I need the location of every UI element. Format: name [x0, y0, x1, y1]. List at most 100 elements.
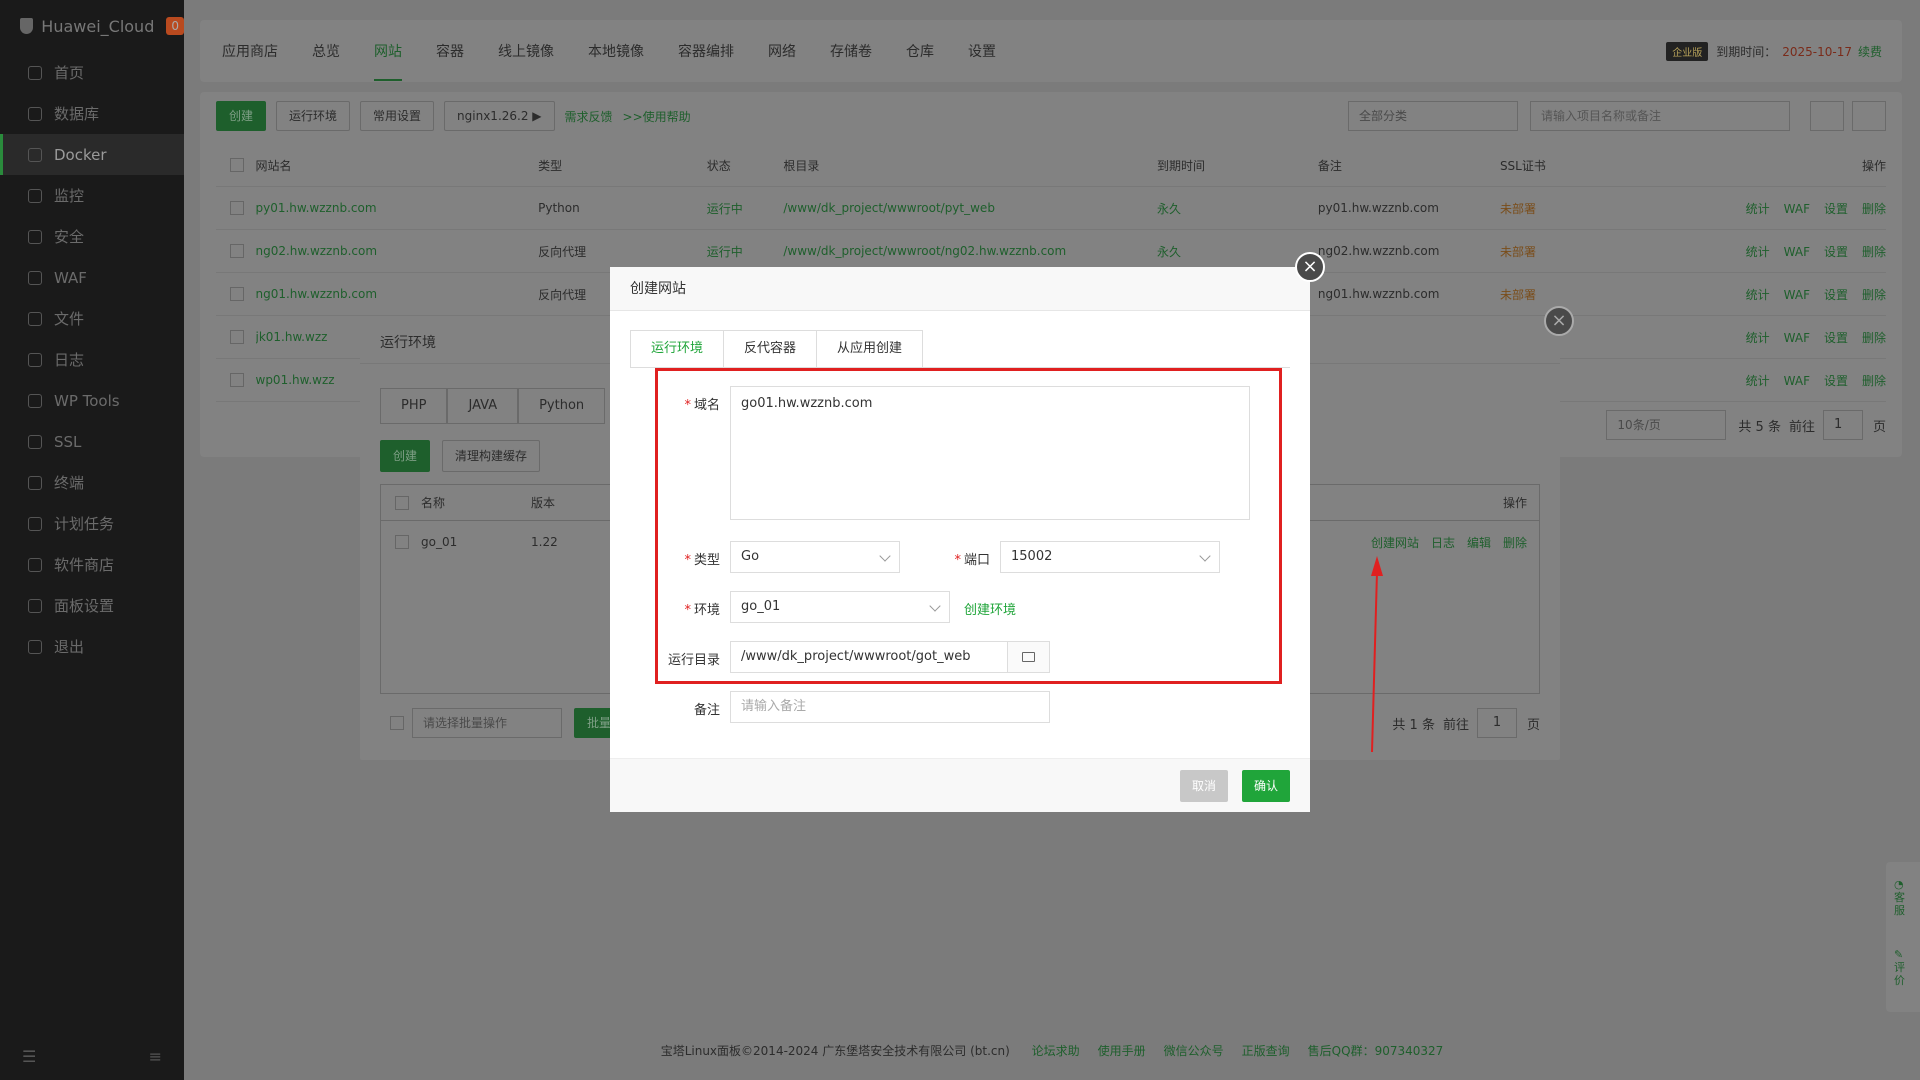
- select-all-checkbox[interactable]: [395, 495, 409, 510]
- gear-icon[interactable]: [1852, 101, 1886, 131]
- sidebar-item-11[interactable]: 计划任务: [0, 503, 184, 544]
- cell-name[interactable]: ng02.hw.wzznb.com: [256, 244, 539, 258]
- runtime-page-input[interactable]: 1: [1476, 708, 1517, 738]
- cell-root[interactable]: /www/dk_project/wwwroot/ng02.hw.wzznb.co…: [783, 244, 1157, 258]
- confirm-button[interactable]: 确认: [1241, 770, 1290, 802]
- footer-link[interactable]: 微信公众号: [1164, 1044, 1224, 1058]
- create-tab-0[interactable]: 运行环境: [630, 330, 724, 368]
- row-checkbox[interactable]: [230, 201, 244, 215]
- folder-button[interactable]: [1007, 641, 1050, 673]
- sidebar-item-0[interactable]: 首页: [0, 52, 184, 93]
- page-size-select[interactable]: 10条/页: [1606, 410, 1727, 440]
- runtime-batch-select[interactable]: 请选择批量操作: [412, 708, 562, 738]
- review-button[interactable]: ✎ 评价: [1894, 948, 1910, 987]
- sidebar-item-8[interactable]: WP Tools: [0, 380, 184, 421]
- cell-ssl[interactable]: 未部署: [1500, 286, 1644, 303]
- sidebar-item-7[interactable]: 日志: [0, 339, 184, 380]
- row-action-link[interactable]: WAF: [1784, 331, 1810, 345]
- cancel-button[interactable]: 取消: [1179, 770, 1228, 802]
- sidebar-item-14[interactable]: 退出: [0, 626, 184, 667]
- type-select[interactable]: Go: [730, 541, 900, 573]
- runtime-action-link[interactable]: 日志: [1431, 536, 1455, 550]
- row-action-link[interactable]: 统计: [1746, 202, 1770, 216]
- runtime-tab-1[interactable]: JAVA: [447, 388, 519, 424]
- cell-ssl[interactable]: 未部署: [1500, 200, 1644, 217]
- cell-ssl[interactable]: 未部署: [1500, 243, 1644, 260]
- row-action-link[interactable]: WAF: [1784, 202, 1810, 216]
- runtime-close-icon[interactable]: ×: [1544, 306, 1574, 336]
- feedback-link[interactable]: 需求反馈: [565, 108, 613, 125]
- row-action-link[interactable]: 设置: [1824, 288, 1848, 302]
- row-action-link[interactable]: 统计: [1746, 245, 1770, 259]
- port-select[interactable]: 15002: [1000, 541, 1220, 573]
- close-icon[interactable]: ×: [1295, 252, 1325, 282]
- nav-tab-1[interactable]: 总览: [312, 41, 340, 61]
- row-action-link[interactable]: 删除: [1862, 374, 1886, 388]
- sidebar-item-10[interactable]: 终端: [0, 462, 184, 503]
- create-env-link[interactable]: 创建环境: [964, 599, 1016, 618]
- row-action-link[interactable]: WAF: [1784, 374, 1810, 388]
- cell-root[interactable]: /www/dk_project/wwwroot/pyt_web: [783, 201, 1157, 215]
- sidebar-item-2[interactable]: Docker: [0, 134, 184, 175]
- clear-cache-button[interactable]: 清理构建缓存: [442, 440, 541, 472]
- page-input[interactable]: 1: [1822, 410, 1863, 440]
- nav-tab-6[interactable]: 容器编排: [678, 41, 734, 61]
- footer-link[interactable]: 售后QQ群：907340327: [1308, 1044, 1444, 1058]
- runtime-action-link[interactable]: 创建网站: [1371, 536, 1419, 550]
- row-action-link[interactable]: 设置: [1824, 245, 1848, 259]
- nav-tab-10[interactable]: 设置: [968, 41, 996, 61]
- runtime-tab-0[interactable]: PHP: [380, 388, 448, 424]
- runtime-action-link[interactable]: 编辑: [1467, 536, 1491, 550]
- row-action-link[interactable]: 统计: [1746, 374, 1770, 388]
- create-tab-2[interactable]: 从应用创建: [816, 330, 924, 368]
- row-action-link[interactable]: 设置: [1824, 202, 1848, 216]
- create-site-button[interactable]: 创建: [216, 101, 267, 131]
- service-button[interactable]: ◔ 客服: [1894, 878, 1910, 917]
- refresh-icon[interactable]: [1810, 101, 1844, 131]
- nav-tab-5[interactable]: 本地镜像: [588, 41, 644, 61]
- nginx-button[interactable]: nginx1.26.2 ▶: [444, 101, 555, 131]
- collapse-icon[interactable]: ☰: [22, 1047, 36, 1066]
- nav-tab-0[interactable]: 应用商店: [222, 41, 278, 61]
- runtime-action-link[interactable]: 删除: [1503, 536, 1527, 550]
- dir-input[interactable]: /www/dk_project/wwwroot/got_web: [730, 641, 1010, 673]
- renew-link[interactable]: 续费: [1858, 43, 1882, 60]
- runtime-create-button[interactable]: 创建: [380, 440, 431, 472]
- row-action-link[interactable]: 删除: [1862, 331, 1886, 345]
- row-action-link[interactable]: 删除: [1862, 288, 1886, 302]
- row-action-link[interactable]: 统计: [1746, 331, 1770, 345]
- sidebar-item-12[interactable]: 软件商店: [0, 544, 184, 585]
- sidebar-item-5[interactable]: WAF: [0, 257, 184, 298]
- row-action-link[interactable]: 删除: [1862, 245, 1886, 259]
- row-action-link[interactable]: 统计: [1746, 288, 1770, 302]
- sidebar-item-9[interactable]: SSL: [0, 421, 184, 462]
- menu-icon[interactable]: ≡: [149, 1047, 162, 1066]
- nav-tab-7[interactable]: 网络: [768, 41, 796, 61]
- sidebar-item-1[interactable]: 数据库: [0, 93, 184, 134]
- nav-tab-3[interactable]: 容器: [436, 41, 464, 61]
- footer-link[interactable]: 正版查询: [1242, 1044, 1290, 1058]
- create-tab-1[interactable]: 反代容器: [723, 330, 817, 368]
- note-input[interactable]: 请输入备注: [730, 691, 1050, 723]
- env-select[interactable]: go_01: [730, 591, 950, 623]
- footer-link[interactable]: 论坛求助: [1032, 1044, 1080, 1058]
- domain-textarea[interactable]: go01.hw.wzznb.com: [730, 386, 1250, 520]
- runtime-button[interactable]: 运行环境: [276, 101, 351, 131]
- row-checkbox[interactable]: [395, 535, 409, 549]
- nav-tab-4[interactable]: 线上镜像: [498, 41, 554, 61]
- cell-name[interactable]: py01.hw.wzznb.com: [256, 201, 539, 215]
- notification-badge[interactable]: 0: [166, 17, 184, 35]
- row-action-link[interactable]: WAF: [1784, 288, 1810, 302]
- category-select[interactable]: 全部分类: [1348, 101, 1518, 131]
- footer-link[interactable]: 使用手册: [1098, 1044, 1146, 1058]
- row-checkbox[interactable]: [230, 287, 244, 301]
- search-input[interactable]: 请输入项目名称或备注: [1530, 101, 1790, 131]
- sidebar-item-6[interactable]: 文件: [0, 298, 184, 339]
- row-action-link[interactable]: 设置: [1824, 331, 1848, 345]
- common-settings-button[interactable]: 常用设置: [360, 101, 435, 131]
- row-action-link[interactable]: 删除: [1862, 202, 1886, 216]
- cell-name[interactable]: ng01.hw.wzznb.com: [256, 287, 539, 301]
- nav-tab-2[interactable]: 网站: [374, 41, 402, 81]
- batch-checkbox[interactable]: [390, 716, 404, 730]
- row-action-link[interactable]: WAF: [1784, 245, 1810, 259]
